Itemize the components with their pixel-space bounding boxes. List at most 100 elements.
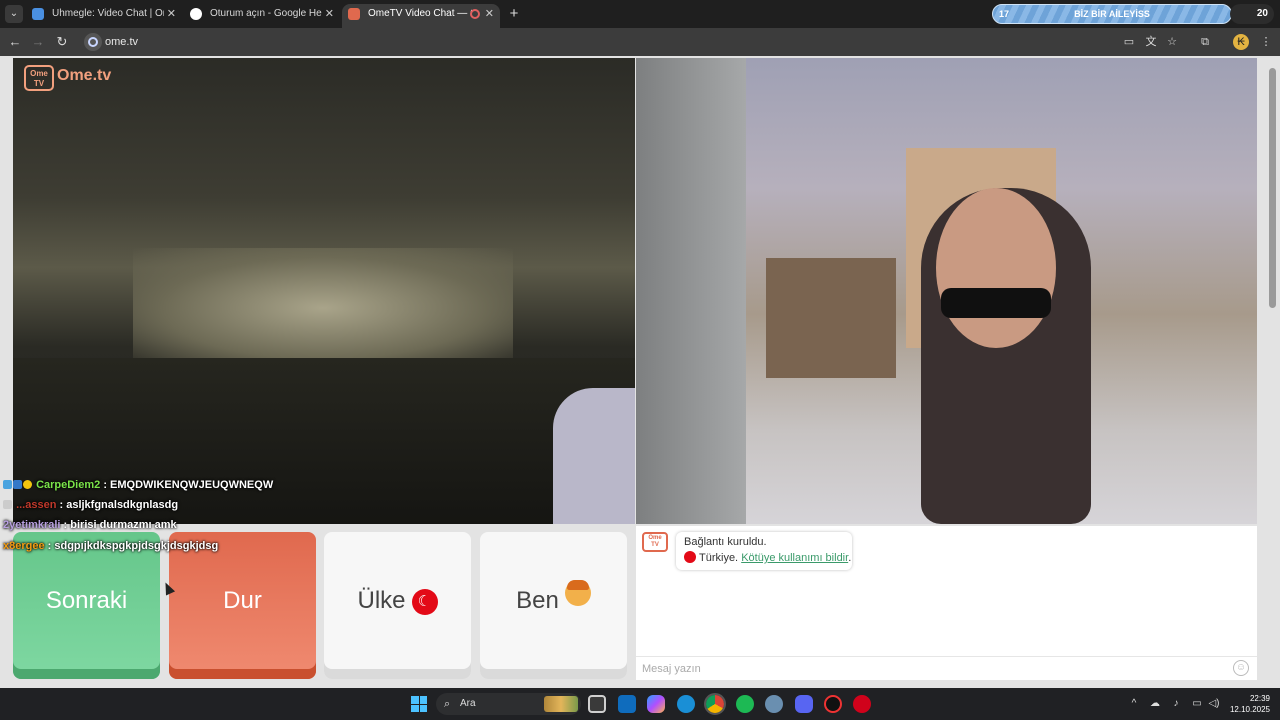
bed-shape xyxy=(766,258,896,378)
close-tab-icon[interactable]: ✕ xyxy=(485,4,494,24)
overlay-username: ...assen xyxy=(16,499,57,511)
system-clock[interactable]: 22:39 12.10.2025 xyxy=(1226,693,1270,715)
google-favicon-icon xyxy=(190,8,202,20)
me-button[interactable]: Ben xyxy=(480,532,627,679)
address-bar[interactable]: ome.tv xyxy=(80,30,1110,54)
discord-icon[interactable] xyxy=(795,695,813,713)
boy-emoji-icon xyxy=(564,580,591,606)
tab-google-signin[interactable]: Oturum açın - Google Hesapları ✕ xyxy=(184,4,340,28)
message-bar: ☺ xyxy=(636,656,1257,680)
chrome-icon[interactable] xyxy=(704,693,726,715)
me-button-label: Ben xyxy=(516,587,559,614)
overlay-message: ...assen : asljkfgnalsdkgnlasdg xyxy=(3,496,178,514)
overlay-username: 2yetimkrali xyxy=(3,519,61,531)
badge-icon xyxy=(3,480,12,489)
url-text[interactable]: ome.tv xyxy=(105,30,138,54)
message-input[interactable] xyxy=(642,659,1222,679)
windshield-glow xyxy=(133,248,513,368)
profile-avatar[interactable]: ₭ xyxy=(1233,34,1249,50)
turkey-flag-icon: ☾ xyxy=(411,589,438,615)
overlay-text: : EMQDWIKENQWJEUQWNEQW xyxy=(103,479,274,491)
ometv-logo-text: Ome.tv xyxy=(57,67,112,84)
sunglasses-shape xyxy=(941,288,1051,318)
close-tab-icon[interactable]: ✕ xyxy=(167,4,176,24)
tray-cloud-icon[interactable]: ☁ xyxy=(1147,696,1163,712)
connected-text: Bağlantı kuruldu. xyxy=(684,536,767,548)
tab-search-menu-icon[interactable]: ⌄ xyxy=(5,5,23,23)
system-avatar-icon: Ome TV xyxy=(642,532,668,552)
edge-icon[interactable] xyxy=(677,695,695,713)
curtain-shape xyxy=(636,58,746,524)
chat-panel: Ome TV Bağlantı kuruldu. Türkiye. Kötüye… xyxy=(636,526,1257,656)
counter-badge: 20 xyxy=(1230,4,1274,24)
passenger-shape xyxy=(553,388,635,524)
badge-icon xyxy=(13,480,22,489)
country-button-content: Ülke ☾ xyxy=(324,532,471,669)
tab-uhmegle[interactable]: Uhmegle: Video Chat | Omegle ✕ xyxy=(26,4,182,28)
search-placeholder: Ara xyxy=(460,698,476,709)
menu-kebab-icon[interactable]: ⋮ xyxy=(1258,34,1274,50)
overlay-message: x8ergee : sdgpıjkdkspgkpjdsgkjdsgkjdsg xyxy=(3,537,218,555)
overlay-text: : sdgpıjkdkspgkpjdsgkjdsgkjdsg xyxy=(47,540,219,552)
banner-text: BİZ BİR AİLEYİSS xyxy=(1074,9,1150,19)
tab-ometv[interactable]: OmeTV Video Chat — Omegle ✕ xyxy=(342,4,500,28)
country-name: Türkiye. xyxy=(699,552,739,564)
tray-overflow-icon[interactable]: ^ xyxy=(1126,696,1142,712)
task-view-icon[interactable] xyxy=(588,695,606,713)
new-tab-button[interactable]: + xyxy=(505,4,523,24)
badge-icon xyxy=(3,500,12,509)
tab-title: OmeTV Video Chat — Omegle xyxy=(368,8,472,19)
ometv-favicon-icon xyxy=(348,8,360,20)
overlay-username: CarpeDiem2 xyxy=(36,479,101,491)
search-highlight-image xyxy=(544,696,578,712)
site-info-icon[interactable] xyxy=(84,33,102,51)
banner-number: 17 xyxy=(999,9,1010,19)
obs-icon[interactable] xyxy=(824,695,842,713)
microphone-icon[interactable]: ♪ xyxy=(1168,696,1184,712)
stream-banner: 17 BİZ BİR AİLEYİSS xyxy=(992,4,1232,24)
windows-taskbar: ⌕ Ara ^ ☁ ♪ ▭ ◁) 22:39 12.10.2025 xyxy=(0,688,1280,720)
back-icon[interactable]: ← xyxy=(6,33,24,51)
me-button-content: Ben xyxy=(480,532,627,669)
browser-toolbar: ← → ↻ ome.tv ▭ 文 ☆ ⧉ ₭ ⋮ xyxy=(0,28,1280,56)
recording-icon xyxy=(470,9,480,19)
copilot-icon[interactable] xyxy=(647,695,665,713)
overlay-text: : asljkfgnalsdkgnlasdg xyxy=(59,499,179,511)
windows-start-icon[interactable] xyxy=(411,696,427,712)
search-icon: ⌕ xyxy=(444,698,451,710)
tab-title: Uhmegle: Video Chat | Omegle xyxy=(52,8,164,19)
person-face xyxy=(936,188,1056,348)
ometv-logo-badge: Ome TV xyxy=(24,65,54,91)
self-video xyxy=(636,58,1257,524)
reload-icon[interactable]: ↻ xyxy=(53,33,71,51)
overlay-text: : birisi durmazmı amk xyxy=(63,519,177,531)
extensions-icon[interactable]: ⧉ xyxy=(1197,34,1213,50)
cast-icon[interactable]: ▭ xyxy=(1121,34,1137,50)
volume-icon[interactable]: ◁) xyxy=(1206,696,1222,712)
page-scrollbar[interactable] xyxy=(1269,60,1276,682)
overlay-message: CarpeDiem2 : EMQDWIKENQWJEUQWNEQW xyxy=(3,476,273,494)
settings-gear-icon[interactable] xyxy=(765,695,783,713)
outlook-icon[interactable] xyxy=(618,695,636,713)
report-abuse-link[interactable]: Kötüye kullanımı bildir xyxy=(741,552,848,564)
translate-icon[interactable]: 文 xyxy=(1143,34,1159,50)
overlay-username: x8ergee xyxy=(3,540,45,552)
network-icon[interactable]: ▭ xyxy=(1189,696,1205,712)
media-player-icon[interactable] xyxy=(853,695,871,713)
tab-title: Oturum açın - Google Hesapları xyxy=(210,8,322,19)
clock-time: 22:39 xyxy=(1249,694,1270,703)
country-line: Türkiye. Kötüye kullanımı bildir. xyxy=(684,551,851,564)
stranger-video xyxy=(13,58,635,524)
spotify-icon[interactable] xyxy=(736,695,754,713)
browser-tab-strip: ⌄ Uhmegle: Video Chat | Omegle ✕ Oturum … xyxy=(0,0,1280,28)
country-button[interactable]: Ülke ☾ xyxy=(324,532,471,679)
forward-icon[interactable]: → xyxy=(29,33,47,51)
taskbar-search[interactable]: ⌕ Ara xyxy=(436,693,581,715)
badge-icon xyxy=(23,480,32,489)
emoji-picker-icon[interactable]: ☺ xyxy=(1233,660,1249,676)
clock-date: 12.10.2025 xyxy=(1229,705,1270,714)
turkey-flag-icon xyxy=(684,551,696,563)
close-tab-icon[interactable]: ✕ xyxy=(325,4,334,24)
bookmark-star-icon[interactable]: ☆ xyxy=(1164,34,1180,50)
uhmegle-favicon-icon xyxy=(32,8,44,20)
